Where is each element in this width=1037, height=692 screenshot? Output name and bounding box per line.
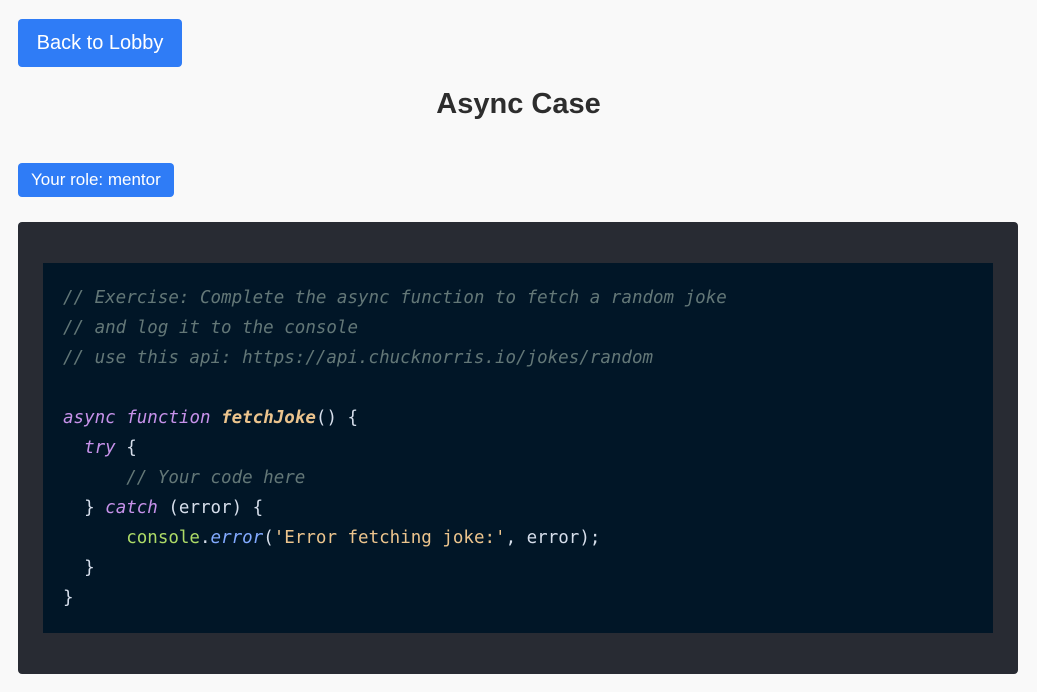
- code-line: console.error('Error fetching joke:', er…: [63, 523, 993, 553]
- code-token: }: [63, 558, 95, 578]
- code-token: catch: [105, 498, 158, 518]
- code-token: () {: [315, 408, 359, 428]
- code-line: try {: [63, 433, 993, 463]
- code-token: console: [126, 528, 200, 548]
- back-to-lobby-button[interactable]: Back to Lobby: [18, 19, 182, 67]
- code-line: }: [63, 583, 993, 613]
- code-line: } catch (error) {: [63, 493, 993, 523]
- code-token: // Your code here: [126, 468, 306, 488]
- code-token: fetchJoke: [221, 408, 316, 428]
- code-token: // use this api: https://api.chucknorris…: [63, 348, 654, 368]
- code-line: // and log it to the console: [63, 313, 993, 343]
- code-line: // Your code here: [63, 463, 993, 493]
- code-line: // Exercise: Complete the async function…: [63, 283, 993, 313]
- code-token: .: [199, 528, 211, 548]
- code-token: try: [84, 438, 116, 458]
- code-token: (: [263, 528, 274, 548]
- code-token: // and log it to the console: [63, 318, 359, 338]
- code-line: }: [63, 553, 993, 583]
- code-line: async function fetchJoke() {: [63, 403, 993, 433]
- code-token: async: [63, 408, 116, 428]
- code-token: 'Error fetching joke:': [273, 528, 506, 548]
- code-token: error: [210, 528, 264, 548]
- code-line: // use this api: https://api.chucknorris…: [63, 343, 993, 373]
- code-token: }: [63, 498, 106, 518]
- code-token: }: [63, 588, 74, 608]
- code-token: (error) {: [157, 498, 264, 518]
- code-token: // Exercise: Complete the async function…: [63, 288, 727, 308]
- code-editor-panel: // Exercise: Complete the async function…: [18, 222, 1018, 674]
- code-editor[interactable]: // Exercise: Complete the async function…: [43, 263, 993, 633]
- page-title: Async Case: [436, 88, 601, 120]
- code-token: {: [115, 438, 137, 458]
- role-badge: Your role: mentor: [18, 163, 174, 197]
- code-token: , error);: [505, 528, 601, 548]
- code-token: function: [126, 408, 211, 428]
